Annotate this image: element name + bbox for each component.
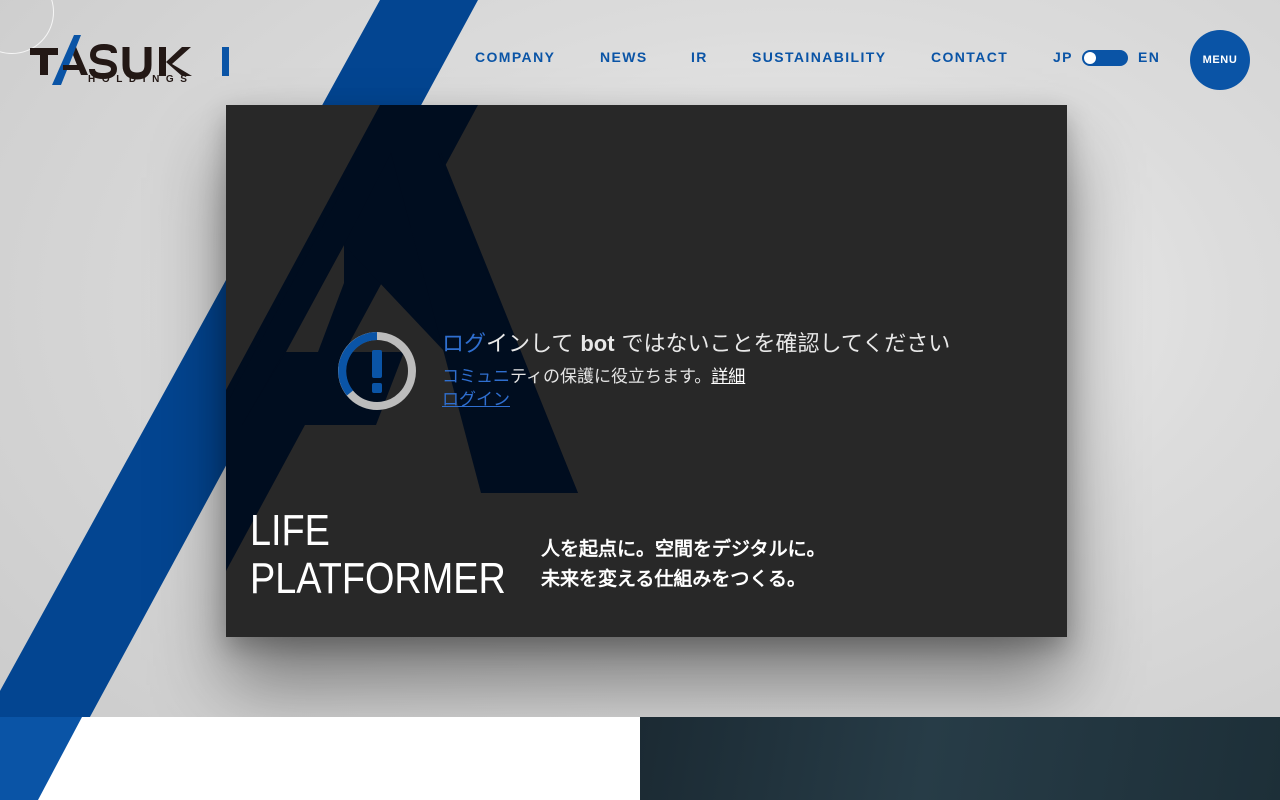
menu-button[interactable]: MENU xyxy=(1190,30,1250,90)
language-toggle[interactable] xyxy=(1082,50,1128,66)
language-toggle-knob xyxy=(1084,52,1096,64)
notice-title: ログインして bot ではないことを確認してください xyxy=(442,331,951,357)
bottom-right-panel xyxy=(640,717,1280,800)
site-logo[interactable]: HOLDINGS xyxy=(30,33,234,89)
nav-company[interactable]: COMPANY xyxy=(475,49,555,65)
hero-tagline: LIFE PLATFORMER xyxy=(250,507,530,603)
hero-video-card: ログインして bot ではないことを確認してください コミュニティの保護に役立ち… xyxy=(226,105,1067,637)
catchcopy-line-1: 人を起点に。空間をデジタルに。 xyxy=(541,538,826,560)
bottom-left-panel xyxy=(0,717,640,800)
exclamation-circle-icon xyxy=(338,332,416,410)
nav-contact[interactable]: CONTACT xyxy=(931,49,1008,65)
lang-jp-option[interactable]: JP xyxy=(1053,49,1073,65)
tagline-line-2: PLATFORMER xyxy=(250,554,506,603)
nav-news[interactable]: NEWS xyxy=(600,49,648,65)
notice-login-link[interactable]: ログイン xyxy=(442,389,510,411)
bottom-left-band xyxy=(0,717,82,800)
nav-ir[interactable]: IR xyxy=(691,49,708,65)
catchcopy-line-2: 未来を変える仕組みをつくる。 xyxy=(541,568,807,590)
notice-description: コミュニティの保護に役立ちます。詳細 xyxy=(442,367,746,387)
logo-subtext: HOLDINGS xyxy=(88,74,194,85)
bot-check-notice: ログインして bot ではないことを確認してください コミュニティの保護に役立ち… xyxy=(336,330,976,420)
lang-en-option[interactable]: EN xyxy=(1138,49,1160,65)
notice-detail-link[interactable]: 詳細 xyxy=(711,367,745,387)
nav-sustainability[interactable]: SUSTAINABILITY xyxy=(752,49,886,65)
tagline-line-1: LIFE xyxy=(250,506,330,555)
hero-catchcopy: 人を起点に。空間をデジタルに。 未来を変える仕組みをつくる。 xyxy=(541,534,826,594)
